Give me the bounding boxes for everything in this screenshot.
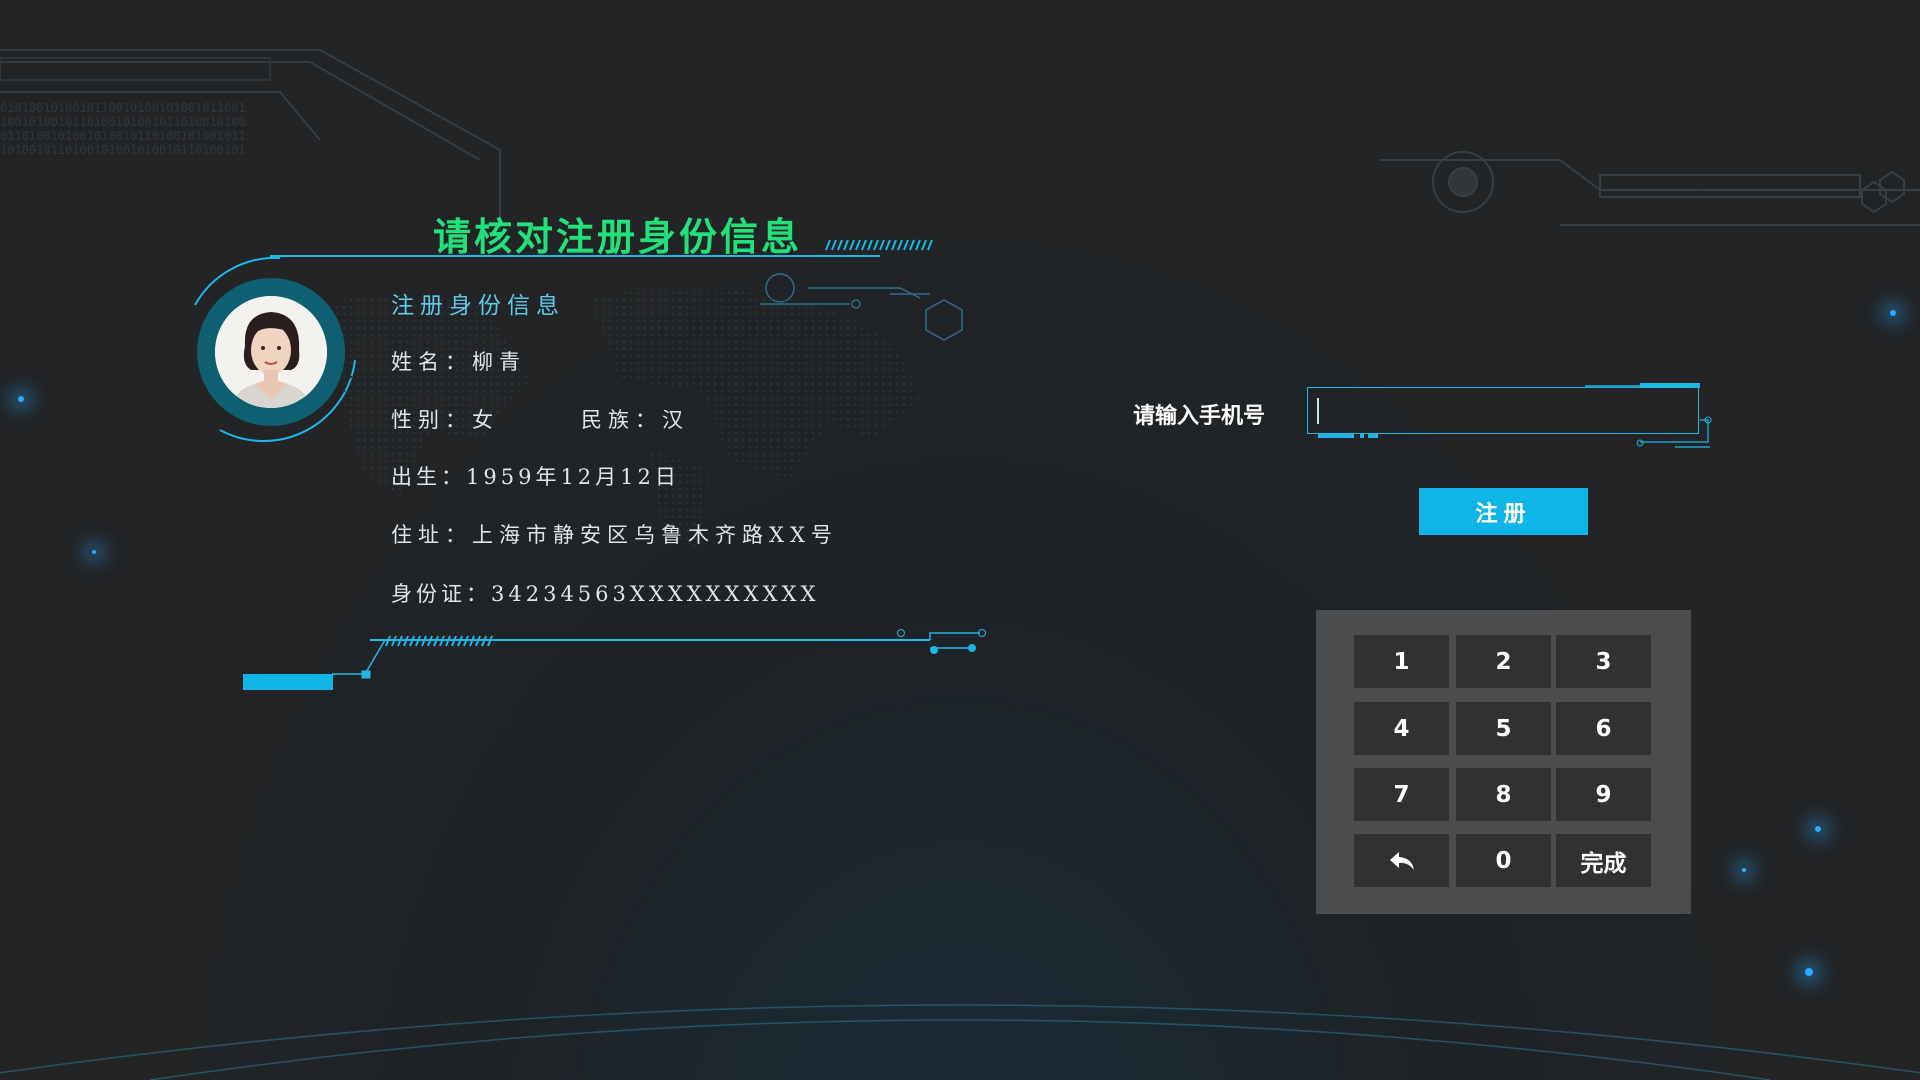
avatar-ring bbox=[197, 278, 345, 426]
register-button[interactable]: 注册 bbox=[1419, 488, 1588, 535]
name-field: 姓名：柳青 bbox=[391, 350, 526, 374]
key-1[interactable]: 1 bbox=[1354, 635, 1449, 688]
address-field: 住址：上海市静安区乌鲁木齐路XX号 bbox=[391, 523, 838, 547]
text-caret bbox=[1317, 398, 1319, 424]
id-card-field: 身份证：34234563XXXXXXXXXX bbox=[391, 582, 820, 606]
done-key[interactable]: 完成 bbox=[1556, 834, 1651, 887]
person-portrait-icon bbox=[215, 296, 327, 408]
key-2[interactable]: 2 bbox=[1456, 635, 1551, 688]
svg-text:100101001011010010100101101001: 1001010010110100101001011010010100 bbox=[0, 115, 246, 129]
phone-input[interactable] bbox=[1307, 387, 1699, 434]
page-title: 请核对注册身份信息 bbox=[433, 215, 803, 259]
key-4[interactable]: 4 bbox=[1354, 702, 1449, 755]
light-dot bbox=[1742, 868, 1746, 872]
ethnicity-field: 民族：汉 bbox=[581, 408, 689, 432]
backspace-key[interactable] bbox=[1354, 834, 1449, 887]
section-label: 注册身份信息 bbox=[391, 293, 565, 319]
numeric-keypad: 1 2 3 4 5 6 7 8 9 0 完成 bbox=[1316, 610, 1691, 914]
key-6[interactable]: 6 bbox=[1556, 702, 1651, 755]
svg-text:010100101001011001010010100101: 0101001010010110010100101001011001 bbox=[0, 101, 246, 115]
light-dot bbox=[1815, 826, 1821, 832]
svg-text:011010010100101001011010010100: 0110100101001010010110100101001011 bbox=[0, 129, 246, 143]
key-9[interactable]: 9 bbox=[1556, 768, 1651, 821]
avatar bbox=[215, 296, 327, 408]
light-dot bbox=[92, 550, 96, 554]
light-dot bbox=[18, 396, 24, 402]
key-7[interactable]: 7 bbox=[1354, 768, 1449, 821]
undo-arrow-icon bbox=[1389, 851, 1414, 870]
key-3[interactable]: 3 bbox=[1556, 635, 1651, 688]
key-8[interactable]: 8 bbox=[1456, 768, 1551, 821]
light-dot bbox=[1805, 968, 1813, 976]
svg-text:101001011010010100101001011010: 1010010110100101001010010110100101 bbox=[0, 143, 246, 157]
key-0[interactable]: 0 bbox=[1456, 834, 1551, 887]
light-dot bbox=[1890, 310, 1896, 316]
gender-field: 性别：女 bbox=[391, 408, 499, 432]
phone-label: 请输入手机号 bbox=[1133, 404, 1266, 429]
key-5[interactable]: 5 bbox=[1456, 702, 1551, 755]
birth-field: 出生：1959年12月12日 bbox=[391, 465, 680, 489]
